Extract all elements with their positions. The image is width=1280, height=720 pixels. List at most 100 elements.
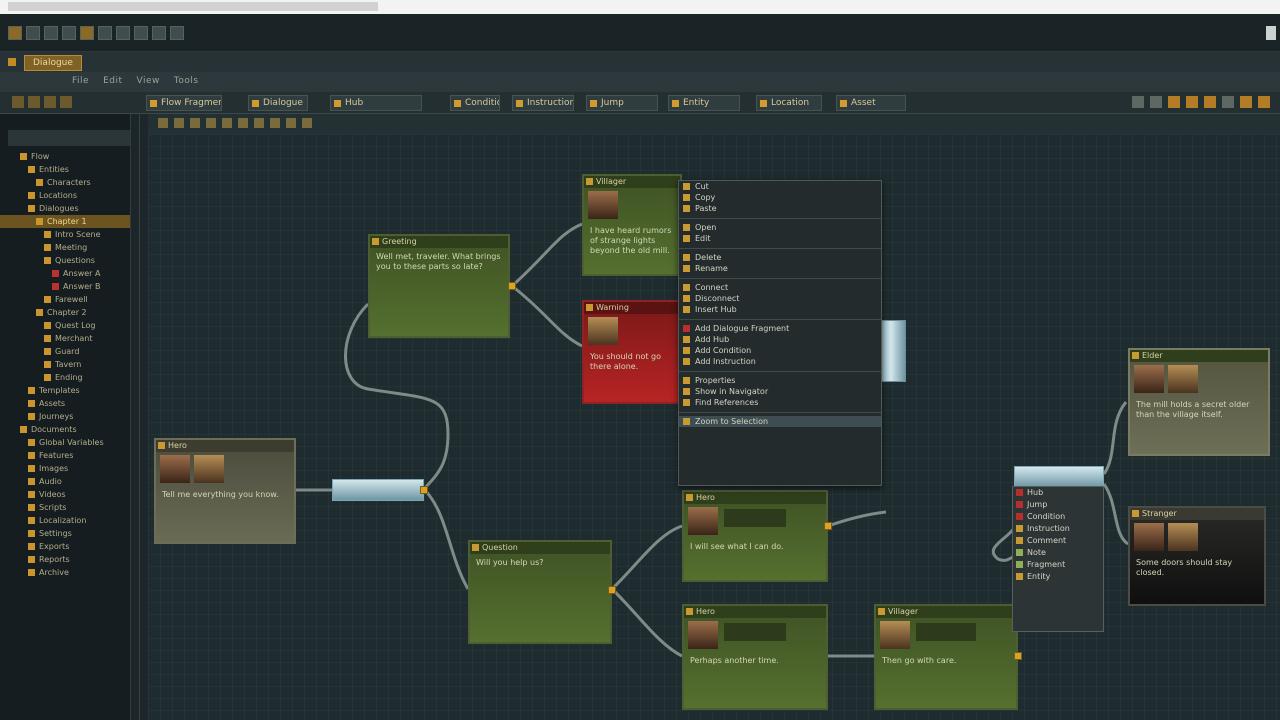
tree-item[interactable]: Journeys — [0, 410, 139, 423]
tree-item[interactable]: Exports — [0, 540, 139, 553]
tree-item[interactable]: Farewell — [0, 293, 139, 306]
tree-item[interactable]: Tavern — [0, 358, 139, 371]
dialogue-node-hero-start[interactable]: Hero Tell me everything you know. — [154, 438, 296, 544]
context-menu-item[interactable]: Add Hub — [679, 334, 881, 345]
tab-instruction[interactable]: Instruction — [512, 95, 574, 111]
context-menu-item[interactable]: Rename — [679, 263, 881, 274]
hub-node[interactable] — [332, 479, 424, 501]
output-pin[interactable] — [1014, 652, 1022, 660]
select-tool-icon[interactable] — [158, 118, 168, 128]
bookmark-tool-icon[interactable] — [270, 118, 280, 128]
connect-tool-icon[interactable] — [190, 118, 200, 128]
output-pin[interactable] — [420, 486, 428, 494]
dialogue-node-villager-end[interactable]: Villager Then go with care. — [874, 604, 1018, 710]
submenu-item[interactable]: Instruction — [1013, 523, 1103, 535]
output-pin[interactable] — [824, 522, 832, 530]
context-menu-item[interactable]: Delete — [679, 252, 881, 263]
tree-item[interactable]: Scripts — [0, 501, 139, 514]
tree-item[interactable]: Quest Log — [0, 319, 139, 332]
tab-asset[interactable]: Asset — [836, 95, 906, 111]
submenu-item[interactable]: Comment — [1013, 535, 1103, 547]
dialogue-node-hero-yes[interactable]: Hero I will see what I can do. — [682, 490, 828, 582]
lock-icon[interactable] — [1222, 96, 1234, 108]
zoom-out-icon[interactable] — [1186, 96, 1198, 108]
output-pin[interactable] — [508, 282, 516, 290]
tree-item[interactable]: Documents — [0, 423, 139, 436]
window-control[interactable] — [1266, 26, 1276, 40]
submenu-item[interactable]: Condition — [1013, 511, 1103, 523]
export-tool-icon[interactable] — [286, 118, 296, 128]
context-menu-item[interactable]: Disconnect — [679, 293, 881, 304]
context-menu-item[interactable]: Copy — [679, 192, 881, 203]
layout-icon[interactable] — [134, 26, 148, 40]
context-menu-item[interactable]: Zoom to Selection — [679, 416, 881, 427]
dialogue-node-elder[interactable]: Elder The mill holds a secret older than… — [1128, 348, 1270, 456]
context-menu-item[interactable]: Find References — [679, 397, 881, 408]
submenu-item[interactable]: Jump — [1013, 499, 1103, 511]
layout-tool-icon[interactable] — [238, 118, 248, 128]
sub-menu-tools[interactable]: Tools — [174, 76, 199, 88]
tree-item[interactable]: Archive — [0, 566, 139, 579]
tab-flow-fragment[interactable]: Flow Fragment — [146, 95, 222, 111]
tree-item[interactable]: Entities — [0, 163, 139, 176]
tree-item[interactable]: Guard — [0, 345, 139, 358]
tree-item[interactable]: Chapter 1 — [0, 215, 139, 228]
dialogue-node-greeting[interactable]: Greeting Well met, traveler. What brings… — [368, 234, 510, 338]
tree-item[interactable]: Global Variables — [0, 436, 139, 449]
forward-icon[interactable] — [44, 96, 56, 108]
tree-item[interactable]: Meeting — [0, 241, 139, 254]
submenu-item[interactable]: Note — [1013, 547, 1103, 559]
tree-item[interactable]: Intro Scene — [0, 228, 139, 241]
expand-icon[interactable] — [1240, 96, 1252, 108]
tree-item[interactable]: Characters — [0, 176, 139, 189]
tree-item[interactable]: Dialogues — [0, 202, 139, 215]
tree-item[interactable]: Answer A — [0, 267, 139, 280]
window-icon[interactable] — [98, 26, 112, 40]
sidebar-splitter[interactable] — [130, 114, 139, 720]
tree-item[interactable]: Ending — [0, 371, 139, 384]
save-icon[interactable] — [26, 26, 40, 40]
sub-menu-edit[interactable]: Edit — [103, 76, 122, 88]
home-icon[interactable] — [12, 96, 24, 108]
tree-item[interactable]: Reports — [0, 553, 139, 566]
context-menu-item[interactable]: Insert Hub — [679, 304, 881, 315]
pin-icon[interactable] — [60, 96, 72, 108]
output-pin[interactable] — [608, 586, 616, 594]
sub-menu-view[interactable]: View — [137, 76, 160, 88]
comment-tool-icon[interactable] — [206, 118, 216, 128]
filter-icon[interactable] — [1132, 96, 1144, 108]
context-menu-item[interactable]: Cut — [679, 181, 881, 192]
tree-item[interactable]: Questions — [0, 254, 139, 267]
tree-item[interactable]: Flow — [0, 150, 139, 163]
dialogue-node-villager[interactable]: Villager I have heard rumors of strange … — [582, 174, 682, 276]
tree-item[interactable]: Localization — [0, 514, 139, 527]
profile-icon[interactable] — [152, 26, 166, 40]
tree-item[interactable]: Settings — [0, 527, 139, 540]
context-menu-item[interactable]: Add Condition — [679, 345, 881, 356]
grid-icon[interactable] — [1150, 96, 1162, 108]
dialogue-node-warning[interactable]: Warning You should not go there alone. — [582, 300, 682, 404]
menu-active-tab[interactable]: Dialogue — [24, 55, 82, 71]
context-menu-item[interactable]: Add Dialogue Fragment — [679, 323, 881, 334]
zoom-in-icon[interactable] — [1168, 96, 1180, 108]
tree-item[interactable]: Templates — [0, 384, 139, 397]
tree-item[interactable]: Images — [0, 462, 139, 475]
back-icon[interactable] — [28, 96, 40, 108]
help-icon[interactable] — [116, 26, 130, 40]
submenu-item[interactable]: Hub — [1013, 487, 1103, 499]
tab-condition[interactable]: Condition — [450, 95, 500, 111]
dialogue-node-stranger[interactable]: Stranger Some doors should stay closed. — [1128, 506, 1266, 606]
sync-icon[interactable] — [170, 26, 184, 40]
submenu-item[interactable]: Fragment — [1013, 559, 1103, 571]
tree-item[interactable]: Features — [0, 449, 139, 462]
align-tool-icon[interactable] — [222, 118, 232, 128]
context-menu-item[interactable]: Connect — [679, 282, 881, 293]
tab-hub[interactable]: Hub — [330, 95, 422, 111]
hub-node-right[interactable] — [1014, 466, 1104, 488]
undo-icon[interactable] — [44, 26, 58, 40]
tree-item[interactable]: Answer B — [0, 280, 139, 293]
settings-icon[interactable] — [80, 26, 94, 40]
context-menu-item[interactable]: Edit — [679, 233, 881, 244]
tab-dialogue[interactable]: Dialogue — [248, 95, 308, 111]
preview-tool-icon[interactable] — [302, 118, 312, 128]
